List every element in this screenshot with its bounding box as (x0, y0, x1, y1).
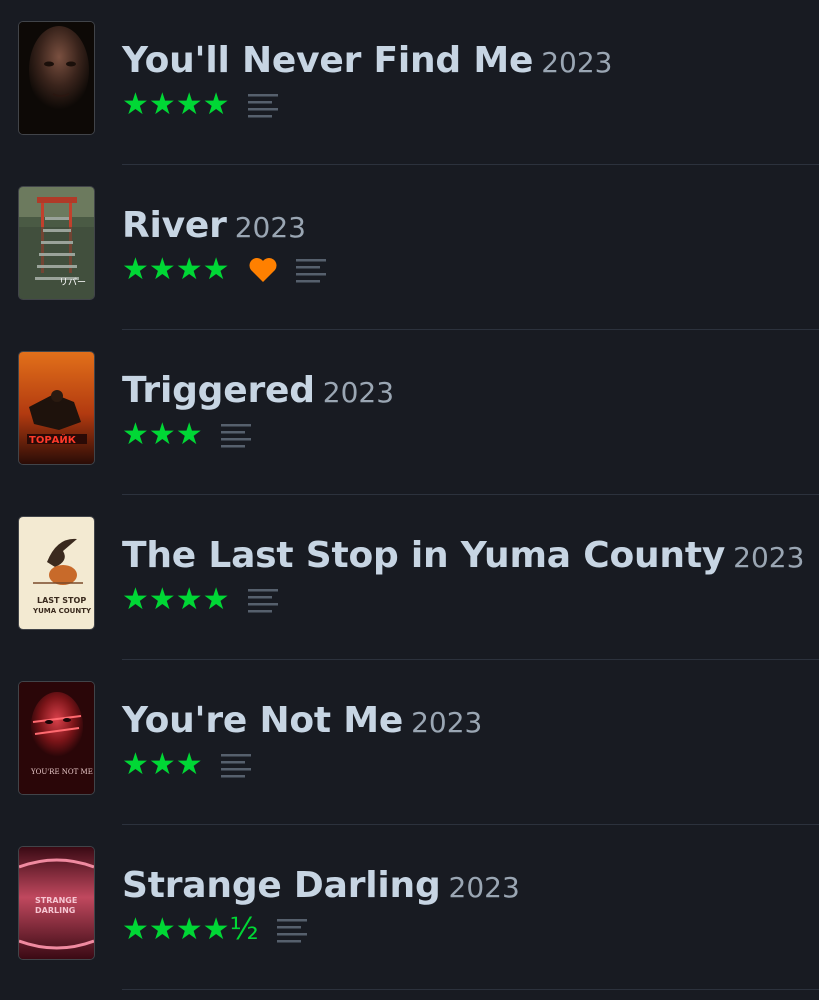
review-icon[interactable] (247, 586, 278, 614)
svg-text:YOU'RE NOT ME: YOU'RE NOT ME (30, 768, 93, 776)
star-rating: ★★★ (122, 747, 203, 782)
svg-text:STRANGE: STRANGE (35, 896, 77, 905)
svg-text:DARLING: DARLING (35, 906, 75, 915)
film-title[interactable]: You'll Never Find Me (122, 40, 533, 81)
film-poster[interactable]: リバー (19, 187, 94, 299)
svg-text:ТОРАЙК: ТОРАЙК (29, 433, 77, 446)
review-icon[interactable] (295, 256, 326, 284)
svg-text:LAST STOP: LAST STOP (37, 596, 86, 605)
review-icon[interactable] (220, 421, 251, 449)
film-title[interactable]: You're Not Me (122, 700, 403, 741)
film-year[interactable]: 2023 (449, 871, 520, 904)
star-rating: ★★★★½ (122, 912, 259, 947)
film-year[interactable]: 2023 (411, 706, 482, 739)
star-rating: ★★★★ (122, 252, 230, 287)
review-icon[interactable] (220, 751, 251, 779)
film-row[interactable]: STRANGE DARLING Strange Darling 2023 ★★★… (0, 825, 819, 990)
star-rating: ★★★★ (122, 87, 230, 122)
svg-text:YUMA COUNTY: YUMA COUNTY (32, 607, 92, 615)
svg-text:リバー: リバー (59, 277, 86, 288)
row-divider (122, 989, 819, 990)
film-row[interactable]: リバー River 2023 ★★★★ (0, 165, 819, 330)
review-icon[interactable] (276, 916, 307, 944)
film-row[interactable]: YOU'RE NOT ME You're Not Me 2023 ★★★ (0, 660, 819, 825)
film-row[interactable]: LAST STOP YUMA COUNTY The Last Stop in Y… (0, 495, 819, 660)
film-year[interactable]: 2023 (733, 541, 804, 574)
film-title[interactable]: River (122, 205, 227, 246)
film-poster[interactable]: ТОРАЙК (19, 352, 94, 464)
heart-icon (249, 258, 277, 282)
star-rating: ★★★ (122, 417, 203, 452)
film-year[interactable]: 2023 (235, 211, 306, 244)
film-year[interactable]: 2023 (541, 46, 612, 79)
film-title[interactable]: Triggered (122, 370, 315, 411)
film-title[interactable]: The Last Stop in Yuma County (122, 535, 725, 576)
film-poster[interactable]: LAST STOP YUMA COUNTY (19, 517, 94, 629)
star-rating: ★★★★ (122, 582, 230, 617)
review-icon[interactable] (247, 91, 278, 119)
film-title[interactable]: Strange Darling (122, 865, 441, 906)
film-poster[interactable]: STRANGE DARLING (19, 847, 94, 959)
film-row[interactable]: ТОРАЙК Triggered 2023 ★★★ (0, 330, 819, 495)
film-poster[interactable] (19, 22, 94, 134)
film-row[interactable]: You'll Never Find Me 2023 ★★★★ (0, 0, 819, 165)
film-year[interactable]: 2023 (323, 376, 394, 409)
diary-list: You'll Never Find Me 2023 ★★★★ リバー River… (0, 0, 819, 1000)
film-poster[interactable]: YOU'RE NOT ME (19, 682, 94, 794)
